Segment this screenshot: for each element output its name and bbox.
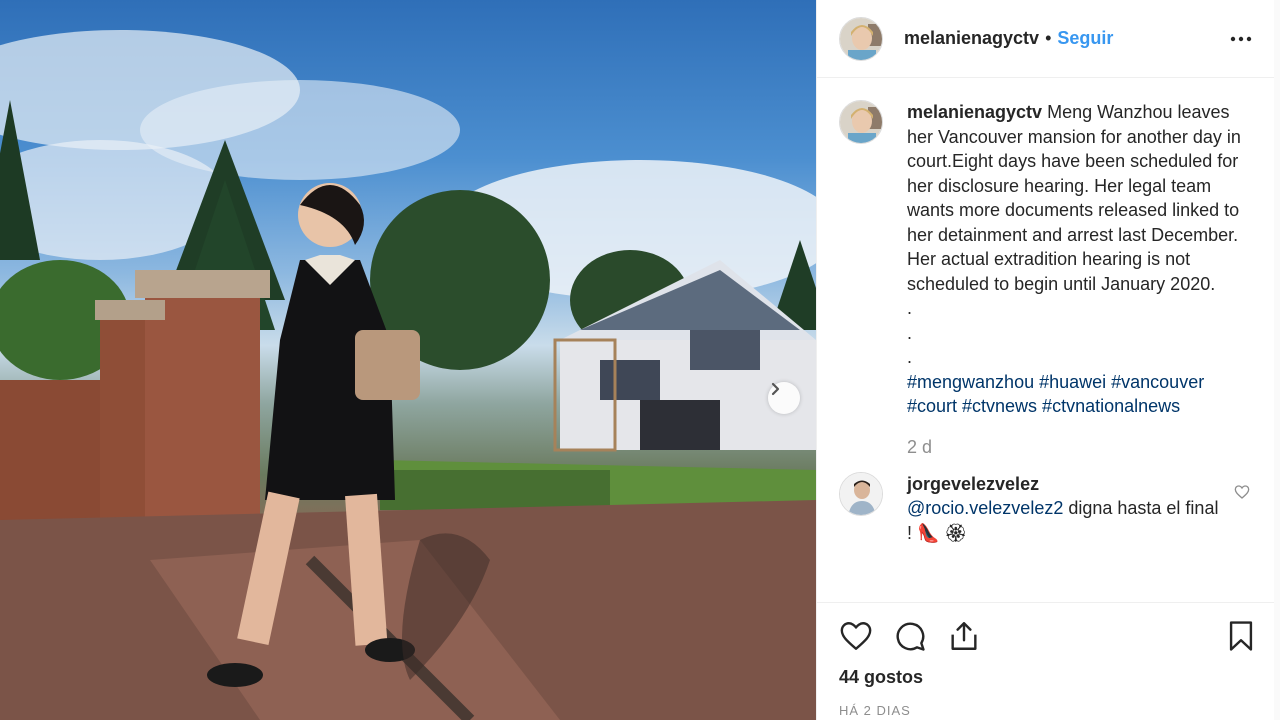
header-separator: • <box>1045 28 1052 48</box>
comment-bubble-icon[interactable] <box>893 619 927 653</box>
next-photo-button[interactable] <box>768 382 800 414</box>
share-icon[interactable] <box>947 619 981 653</box>
comment-mention[interactable]: @rocio.velezvelez2 <box>907 498 1063 518</box>
commenter-avatar[interactable] <box>839 471 883 516</box>
comment-body: jorgevelezvelez @rocio.velezvelez2 digna… <box>907 472 1227 546</box>
post-timestamp: HÁ 2 DIAS <box>839 703 911 718</box>
post-actions: 44 gostos HÁ 2 DIAS <box>817 602 1274 720</box>
caption-age: 2 d <box>907 436 933 457</box>
comment-item: jorgevelezvelez @rocio.velezvelez2 digna… <box>839 471 1252 546</box>
heart-icon[interactable] <box>839 619 873 653</box>
caption-text: Meng Wanzhou leaves her Vancouver mansio… <box>907 102 1241 294</box>
comment-like-heart-icon[interactable] <box>1234 484 1250 500</box>
author-avatar[interactable] <box>839 16 883 61</box>
commenter-username[interactable]: jorgevelezvelez <box>907 472 1227 497</box>
more-options-icon[interactable] <box>1230 28 1252 50</box>
likes-count[interactable]: 44 gostos <box>839 667 923 688</box>
post-side-panel: melanienagyctv • Seguir melanienagyctv M… <box>816 0 1274 720</box>
caption-username[interactable]: melanienagyctv <box>907 102 1042 122</box>
comments-section[interactable]: melanienagyctv Meng Wanzhou leaves her V… <box>817 100 1274 600</box>
post-caption: melanienagyctv Meng Wanzhou leaves her V… <box>839 100 1252 419</box>
caption-dot: . <box>907 298 913 318</box>
follow-button[interactable]: Seguir <box>1057 28 1113 49</box>
photo-illustration <box>0 30 816 720</box>
author-username[interactable]: melanienagyctv <box>904 28 1039 49</box>
post-header: melanienagyctv • Seguir <box>817 0 1274 78</box>
caption-hashtags[interactable]: #mengwanzhou #huawei #vancouver #court #… <box>907 370 1252 419</box>
caption-avatar[interactable] <box>839 100 883 144</box>
caption-dot: . <box>907 347 913 367</box>
caption-dots: . . . <box>907 296 1252 370</box>
bookmark-icon[interactable] <box>1224 619 1258 653</box>
post-photo[interactable] <box>0 0 816 720</box>
caption-dot: . <box>907 322 913 343</box>
action-icons <box>839 619 1253 653</box>
caption-body: melanienagyctv Meng Wanzhou leaves her V… <box>907 100 1252 419</box>
